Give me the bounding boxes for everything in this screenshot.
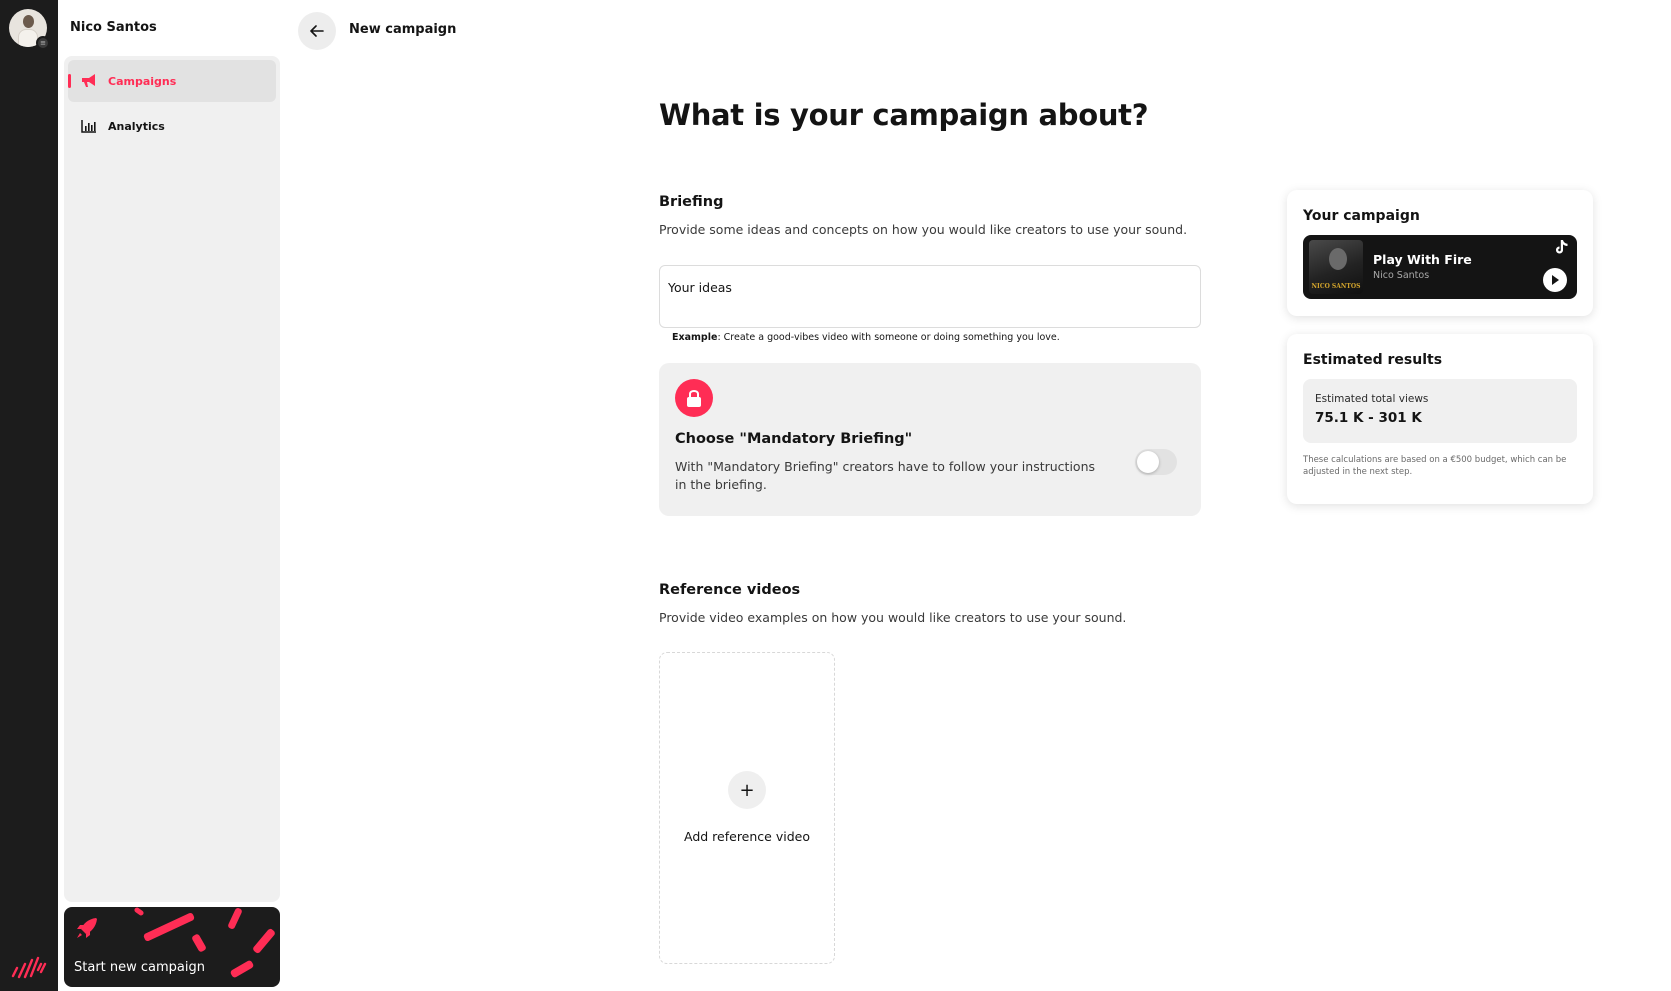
briefing-title: Briefing xyxy=(659,194,724,210)
mandatory-briefing-card: Choose "Mandatory Briefing" With "Mandat… xyxy=(659,363,1201,516)
reference-videos-title: Reference videos xyxy=(659,582,801,598)
arrow-left-icon xyxy=(310,25,324,37)
add-reference-video-label: Add reference video xyxy=(684,829,810,844)
album-cover: NICO SANTOS xyxy=(1309,240,1363,294)
cover-text: NICO SANTOS xyxy=(1311,283,1361,290)
sidebar-item-campaigns[interactable]: Campaigns xyxy=(68,60,276,102)
mandatory-briefing-description: With "Mandatory Briefing" creators have … xyxy=(675,459,1096,492)
toggle-knob xyxy=(1137,451,1159,473)
ideas-input[interactable] xyxy=(659,265,1201,328)
confetti-decoration xyxy=(227,907,243,930)
start-campaign-label: Start new campaign xyxy=(74,960,205,975)
back-button[interactable] xyxy=(298,12,336,50)
briefing-description: Provide some ideas and concepts on how y… xyxy=(659,222,1188,237)
mandatory-briefing-toggle[interactable] xyxy=(1135,449,1177,475)
estimate-note: These calculations are based on a €500 b… xyxy=(1303,455,1567,477)
mandatory-briefing-title: Choose "Mandatory Briefing" xyxy=(675,431,913,447)
example-hint: Example: Create a good-vibes video with … xyxy=(672,332,1060,343)
user-name: Nico Santos xyxy=(70,20,157,35)
estimated-results-card: Estimated results Estimated total views … xyxy=(1287,334,1593,504)
tiktok-icon xyxy=(1556,240,1568,254)
play-icon xyxy=(1552,275,1559,285)
estimated-results-title: Estimated results xyxy=(1303,352,1443,368)
example-label: Example xyxy=(672,332,718,343)
menu-icon[interactable]: ≡ xyxy=(36,36,50,50)
sidebar-item-label: Campaigns xyxy=(108,74,177,88)
song-artist: Nico Santos xyxy=(1373,270,1430,281)
page-header-title: New campaign xyxy=(349,22,457,37)
reference-videos-description: Provide video examples on how you would … xyxy=(659,610,1127,625)
nav-panel: Campaigns Analytics xyxy=(64,56,280,902)
rocket-icon xyxy=(77,918,97,938)
app-rail: ≡ xyxy=(0,0,58,991)
song-title: Play With Fire xyxy=(1373,252,1472,267)
confetti-decoration xyxy=(142,911,196,943)
start-new-campaign-button[interactable]: Start new campaign xyxy=(64,907,280,987)
estimated-views-value: 75.1 K - 301 K xyxy=(1315,410,1422,426)
play-button[interactable] xyxy=(1543,268,1567,292)
bar-chart-icon xyxy=(80,117,98,135)
sidebar-item-label: Analytics xyxy=(108,119,165,133)
confetti-decoration xyxy=(191,933,207,953)
confetti-decoration xyxy=(229,959,255,979)
sidebar-item-analytics[interactable]: Analytics xyxy=(68,105,276,147)
confetti-decoration xyxy=(133,907,145,917)
plus-icon: + xyxy=(728,771,766,809)
megaphone-icon xyxy=(80,72,98,90)
your-campaign-card: Your campaign NICO SANTOS Play With Fire… xyxy=(1287,190,1593,316)
sidebar: Nico Santos Campaigns Analytics Start ne… xyxy=(58,0,280,991)
page-title: What is your campaign about? xyxy=(659,98,1149,132)
confetti-decoration xyxy=(251,927,277,955)
lock-icon xyxy=(675,379,713,417)
estimated-views-label: Estimated total views xyxy=(1315,393,1429,405)
song-preview: NICO SANTOS Play With Fire Nico Santos xyxy=(1303,235,1577,299)
estimated-views-box: Estimated total views 75.1 K - 301 K xyxy=(1303,379,1577,443)
your-campaign-title: Your campaign xyxy=(1303,208,1420,224)
example-text: : Create a good-vibes video with someone… xyxy=(717,332,1060,343)
active-indicator xyxy=(68,74,71,88)
add-reference-video-button[interactable]: + Add reference video xyxy=(659,652,835,964)
brand-logo-icon xyxy=(11,956,47,979)
